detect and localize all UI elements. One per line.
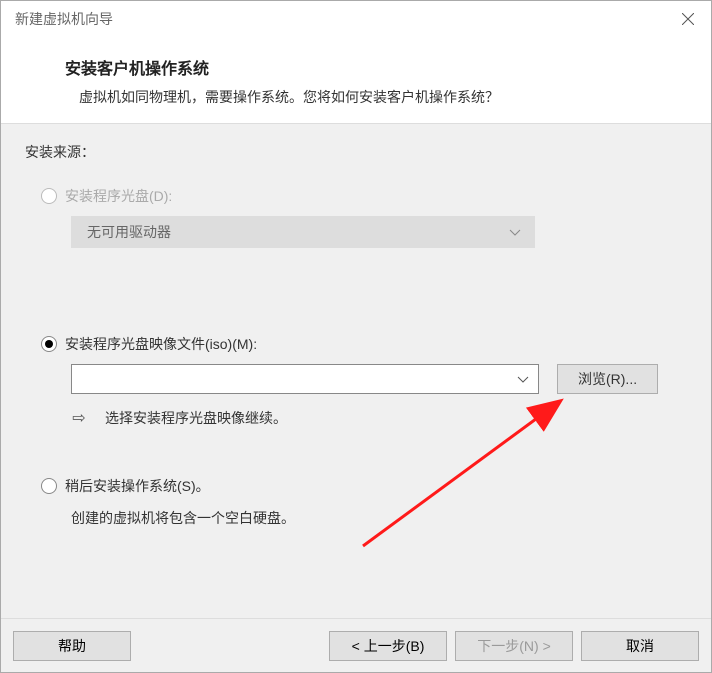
radio-disc[interactable] xyxy=(41,188,57,204)
install-source-label: 安装来源： xyxy=(25,142,687,162)
chevron-down-icon xyxy=(509,224,521,240)
page-title: 安装客户机操作系统 xyxy=(65,55,671,79)
browse-button[interactable]: 浏览(R)... xyxy=(557,364,658,394)
radio-iso[interactable] xyxy=(41,336,57,352)
close-button[interactable] xyxy=(665,1,711,37)
iso-hint-row: ⇨ 选择安装程序光盘映像继续。 xyxy=(71,408,687,428)
radio-disc-label: 安装程序光盘(D): xyxy=(65,186,172,206)
option-disc: 安装程序光盘(D): 无可用驱动器 xyxy=(41,186,687,248)
iso-combo[interactable] xyxy=(71,364,539,394)
disc-dropdown[interactable]: 无可用驱动器 xyxy=(71,216,535,248)
cancel-button[interactable]: 取消 xyxy=(581,631,699,661)
titlebar: 新建虚拟机向导 xyxy=(1,1,711,37)
window-title: 新建虚拟机向导 xyxy=(15,9,113,29)
option-later: 稍后安装操作系统(S)。 创建的虚拟机将包含一个空白硬盘。 xyxy=(41,476,687,528)
radio-iso-label: 安装程序光盘映像文件(iso)(M): xyxy=(65,334,257,354)
wizard-header: 安装客户机操作系统 虚拟机如同物理机，需要操作系统。您将如何安装客户机操作系统？ xyxy=(1,37,711,124)
disc-dropdown-text: 无可用驱动器 xyxy=(87,222,171,242)
back-button[interactable]: < 上一步(B) xyxy=(329,631,447,661)
wizard-body: 安装来源： 安装程序光盘(D): 无可用驱动器 安装程序光盘映像文件(iso)(… xyxy=(1,124,711,618)
help-button[interactable]: 帮助 xyxy=(13,631,131,661)
radio-later[interactable] xyxy=(41,478,57,494)
radio-disc-row[interactable]: 安装程序光盘(D): xyxy=(41,186,687,206)
page-subtitle: 虚拟机如同物理机，需要操作系统。您将如何安装客户机操作系统？ xyxy=(65,87,671,107)
later-hint-text: 创建的虚拟机将包含一个空白硬盘。 xyxy=(71,508,687,528)
iso-hint-text: 选择安装程序光盘映像继续。 xyxy=(105,408,287,428)
wizard-footer: 帮助 < 上一步(B) 下一步(N) > 取消 xyxy=(1,618,711,672)
arrow-right-icon: ⇨ xyxy=(71,408,87,428)
wizard-window: 新建虚拟机向导 安装客户机操作系统 虚拟机如同物理机，需要操作系统。您将如何安装… xyxy=(0,0,712,673)
close-icon xyxy=(682,13,694,25)
next-button[interactable]: 下一步(N) > xyxy=(455,631,573,661)
radio-later-row[interactable]: 稍后安装操作系统(S)。 xyxy=(41,476,687,496)
radio-later-label: 稍后安装操作系统(S)。 xyxy=(65,476,210,496)
option-iso: 安装程序光盘映像文件(iso)(M): 浏览(R)... ⇨ 选择安装程序光盘映… xyxy=(41,334,687,428)
iso-path-input[interactable] xyxy=(71,364,539,394)
radio-iso-row[interactable]: 安装程序光盘映像文件(iso)(M): xyxy=(41,334,687,354)
